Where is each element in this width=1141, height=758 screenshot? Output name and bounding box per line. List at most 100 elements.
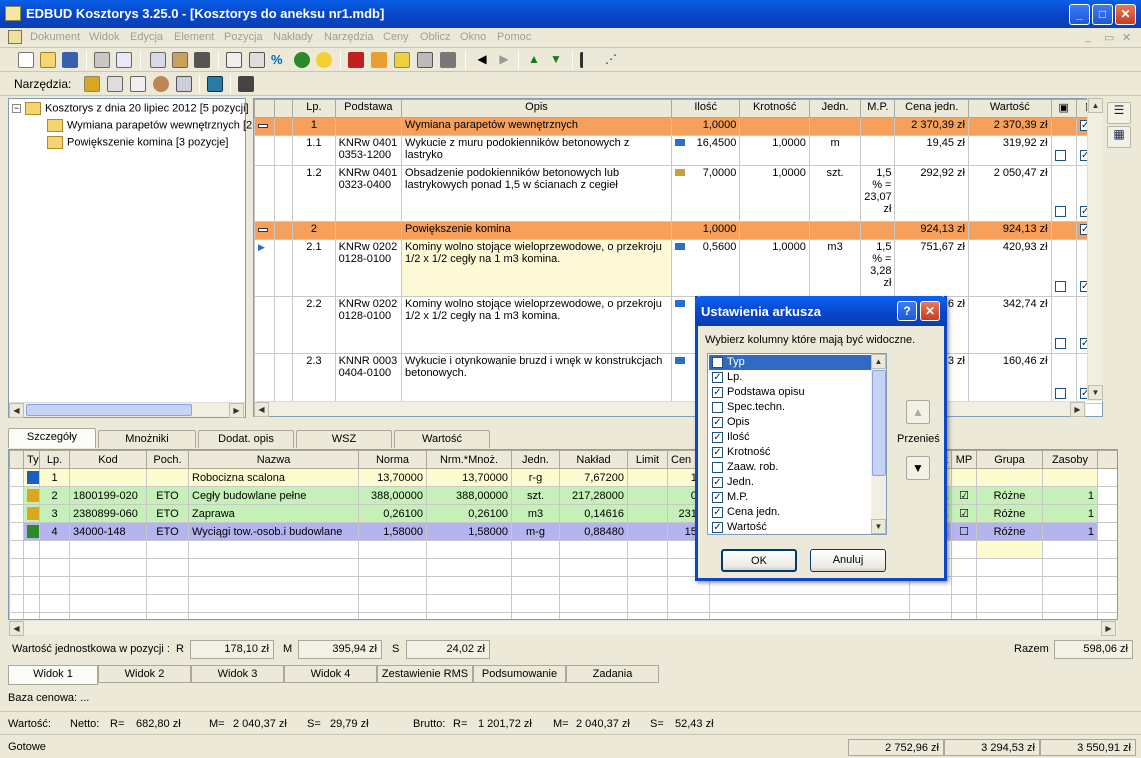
edit-note-icon[interactable] [674, 169, 685, 176]
cell-grupa[interactable]: Różne [976, 522, 1043, 541]
cell-end[interactable] [1097, 468, 1117, 487]
section-row[interactable]: 1 Wymiana parapetów wewnętrznych 1,0000 2 3… [254, 117, 1102, 136]
cell-nazwa[interactable]: Cegły budowlane pełne [188, 486, 359, 505]
cell-jedn[interactable]: m-g [511, 522, 560, 541]
row-lock-checkbox[interactable] [1054, 337, 1066, 349]
col-ilosc[interactable]: Ilość [670, 99, 741, 118]
cell-flag[interactable] [274, 117, 294, 136]
cell-lp[interactable]: 1 [292, 117, 336, 136]
copy-icon[interactable] [150, 52, 166, 68]
col-lp[interactable]: Lp. [292, 99, 336, 118]
tab-widok-4[interactable]: Widok 4 [284, 665, 377, 683]
cell-naklad[interactable]: 217,28000 [559, 486, 628, 505]
cell-zasoby[interactable]: 1 [1042, 522, 1098, 541]
cell-jedn[interactable]: szt. [511, 486, 560, 505]
menu-element[interactable]: Element [174, 31, 214, 43]
columns-list[interactable]: Typ ✓ Lp. ✓ Podstawa opisu Spec.techn. ✓ Opis ✓ I… [707, 353, 887, 535]
column-option[interactable]: Zaaw. rob. [709, 460, 871, 475]
column-checkbox[interactable]: ✓ [712, 476, 723, 488]
scroll-thumb[interactable] [26, 404, 192, 416]
cell-krotnosc[interactable] [739, 117, 810, 136]
col-opis[interactable]: Opis [401, 99, 672, 118]
menu-narzedzia[interactable]: Narzędzia [324, 31, 374, 43]
tree-hscrollbar[interactable]: ◀ ▶ [9, 402, 245, 418]
column-option[interactable]: ✓ M.P. [709, 490, 871, 505]
scroll-right-icon[interactable]: ▶ [1101, 621, 1116, 636]
cell-grupa[interactable] [976, 468, 1043, 487]
report-icon[interactable] [176, 76, 192, 92]
column-checkbox[interactable]: ✓ [712, 521, 723, 533]
cell-lp[interactable]: 3 [39, 504, 70, 523]
column-option[interactable]: ✓ Wartość [709, 520, 871, 534]
table-icon[interactable] [249, 52, 265, 68]
cell-jedn[interactable]: r-g [511, 468, 560, 487]
tab-zadania[interactable]: Zadania [566, 665, 659, 683]
close-button[interactable]: ✕ [1115, 4, 1136, 25]
cell-krotnosc[interactable]: 1,0000 [739, 165, 810, 222]
tab-widok-1[interactable]: Widok 1 [8, 665, 98, 685]
column-option[interactable]: ✓ Cena jedn. [709, 505, 871, 520]
cell-jedn[interactable] [808, 117, 862, 136]
cell-naklad[interactable]: 0,88480 [559, 522, 628, 541]
cell-sel[interactable] [9, 504, 24, 523]
cell-flag[interactable] [274, 296, 294, 354]
dialog-close-icon[interactable]: ✕ [920, 301, 940, 321]
col-poch[interactable]: Poch. [146, 450, 189, 469]
scroll-down-icon[interactable]: ▼ [871, 519, 886, 534]
cell-marker[interactable] [254, 296, 276, 354]
arrow-up-icon[interactable]: ▲ [526, 52, 542, 68]
cell-podstawa[interactable] [334, 221, 403, 240]
cell-mp[interactable] [860, 221, 896, 240]
cell-flag[interactable] [274, 353, 294, 404]
mdi-restore-icon[interactable]: ▭ [1104, 31, 1114, 44]
col-typ[interactable]: Typ [23, 450, 40, 469]
cell-krotnosc[interactable]: 1,0000 [739, 135, 810, 166]
cell-marker[interactable] [254, 165, 276, 222]
cell-ilosc[interactable]: 16,4500 [670, 135, 741, 166]
cell-poch[interactable]: ETO [146, 522, 189, 541]
cell-limit[interactable] [627, 468, 668, 487]
column-checkbox[interactable] [712, 461, 723, 473]
cell-zasoby[interactable] [1042, 468, 1098, 487]
cell-mp[interactable]: 1,5 % = 3,28 zł [860, 239, 896, 297]
row-lock-checkbox[interactable] [1054, 387, 1066, 399]
scroll-up-icon[interactable]: ▲ [871, 354, 886, 369]
tab-dodat-opis[interactable]: Dodat. opis [198, 430, 294, 448]
menu-naklady[interactable]: Nakłady [273, 31, 313, 43]
lightbulb-icon[interactable] [316, 52, 332, 68]
trash-icon[interactable] [440, 52, 456, 68]
cell-nazwa[interactable]: Robocizna scalona [188, 468, 359, 487]
cell-ilosc[interactable]: 0,5600 [670, 239, 741, 297]
grid-hscrollbar[interactable]: ◀ ▶ [254, 401, 1086, 417]
numbering-icon[interactable] [580, 52, 596, 68]
maximize-button[interactable]: □ [1092, 4, 1113, 25]
cell-mp[interactable]: 1,5 % = 23,07 zł [860, 165, 896, 222]
cell-mp[interactable]: ☑ [951, 486, 977, 505]
arrow-left-icon[interactable]: ◀ [474, 52, 490, 68]
percent-icon[interactable]: % [271, 52, 287, 68]
cell-lock[interactable] [1050, 165, 1077, 222]
col-krotnosc[interactable]: Krotność [739, 99, 810, 118]
paste-icon[interactable] [172, 52, 188, 68]
find-icon[interactable] [194, 52, 210, 68]
wand-icon[interactable]: ⋰ [603, 52, 619, 68]
move-down-button[interactable]: ▼ [906, 456, 930, 480]
cell-jedn[interactable]: szt. [808, 165, 862, 222]
cell-mp[interactable]: ☑ [951, 504, 977, 523]
cell-nrm[interactable]: 13,70000 [426, 468, 512, 487]
tab-wartosc[interactable]: Wartość [394, 430, 490, 448]
cell-ilosc[interactable]: 1,0000 [670, 117, 741, 136]
col-wartosc[interactable]: Wartość [968, 99, 1052, 118]
cell-sel[interactable] [9, 468, 24, 487]
cell-opis[interactable]: Wymiana parapetów wewnętrznych [401, 117, 672, 136]
arrow-right-icon[interactable]: ▶ [496, 52, 512, 68]
cell-lp[interactable]: 2.2 [292, 296, 336, 354]
note-icon[interactable] [674, 243, 685, 250]
scroll-up-icon[interactable]: ▲ [1088, 98, 1103, 113]
tab-widok-2[interactable]: Widok 2 [98, 665, 191, 683]
cell-grupa[interactable]: Różne [976, 486, 1043, 505]
users-icon[interactable] [153, 76, 169, 92]
column-option[interactable]: ✓ Podstawa opisu [709, 385, 871, 400]
cancel-button[interactable]: Anuluj [810, 549, 886, 572]
cell-kod[interactable]: 34000-148 [69, 522, 147, 541]
